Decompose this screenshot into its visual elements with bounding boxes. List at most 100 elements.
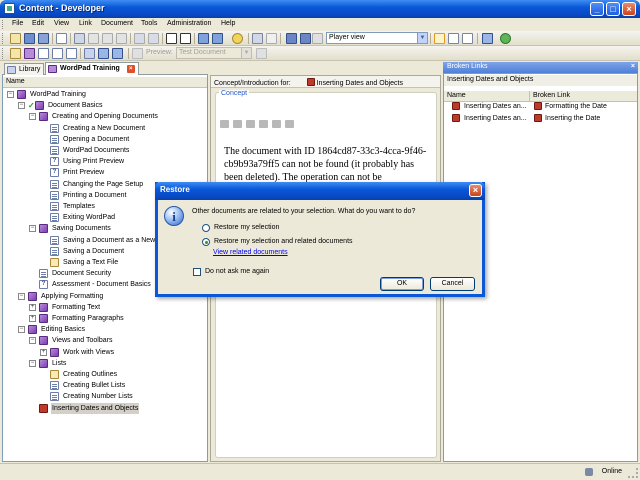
tree-item[interactable]: ? Print Preview xyxy=(3,167,207,178)
radio-label[interactable]: Restore my selection xyxy=(214,224,279,231)
layout-rows-icon[interactable] xyxy=(462,33,473,44)
view-related-link[interactable]: View related documents xyxy=(213,249,288,256)
collapse-toggle-icon[interactable]: − xyxy=(29,337,36,345)
tree-item[interactable]: + Work with Views xyxy=(3,347,207,358)
move-up-icon[interactable] xyxy=(98,48,109,59)
layout-single-icon[interactable] xyxy=(434,33,445,44)
tab-library[interactable]: Library xyxy=(4,63,45,75)
dialog-close-button[interactable]: × xyxy=(469,184,482,197)
link-icon[interactable] xyxy=(272,120,281,128)
save-all-icon[interactable] xyxy=(38,33,49,44)
edit-icon[interactable] xyxy=(259,120,268,128)
table-row[interactable]: Inserting Dates an... Formatting the Dat… xyxy=(444,101,637,112)
chevron-down-icon[interactable]: ▼ xyxy=(241,48,251,58)
preview-select[interactable]: Test Document ▼ xyxy=(176,47,252,59)
new-doc-icon[interactable] xyxy=(66,48,77,59)
link-icon[interactable] xyxy=(252,33,263,44)
tree-item[interactable]: − WordPad Training xyxy=(3,89,207,100)
expand-toggle-icon[interactable]: + xyxy=(29,303,36,311)
collapse-toggle-icon[interactable]: − xyxy=(7,91,14,98)
menu-link[interactable]: Link xyxy=(79,20,92,27)
menu-document[interactable]: Document xyxy=(101,20,133,27)
radio-button[interactable] xyxy=(202,238,210,246)
search-icon[interactable] xyxy=(266,33,277,44)
menubar-grip[interactable] xyxy=(2,20,5,29)
menu-administration[interactable]: Administration xyxy=(167,20,211,27)
publish-icon[interactable] xyxy=(482,33,493,44)
new-book-icon[interactable] xyxy=(24,48,35,59)
copy-icon[interactable] xyxy=(233,120,242,128)
new-question-icon[interactable] xyxy=(52,48,63,59)
collapse-toggle-icon[interactable]: − xyxy=(29,113,36,121)
refresh-icon[interactable] xyxy=(500,33,511,44)
tree-item[interactable]: − Lists xyxy=(3,358,207,369)
tree-item[interactable]: Creating Outlines xyxy=(3,369,207,380)
collapse-toggle-icon[interactable]: − xyxy=(18,102,25,110)
tree-item[interactable]: + Formatting Paragraphs xyxy=(3,313,207,324)
tree-item[interactable]: ? Using Print Preview xyxy=(3,156,207,167)
close-icon[interactable]: × xyxy=(631,63,635,70)
chevron-down-icon[interactable]: ▼ xyxy=(417,33,427,43)
document-icon[interactable] xyxy=(285,120,294,128)
tree-item[interactable]: WordPad Documents xyxy=(3,145,207,156)
view-mode-select[interactable]: Player view ▼ xyxy=(326,32,428,44)
expand-icon[interactable] xyxy=(166,33,177,44)
tab-wordpad-training[interactable]: WordPad Training × xyxy=(45,62,139,75)
new-folder-icon[interactable] xyxy=(10,48,21,59)
table-row[interactable]: Inserting Dates an... Inserting the Date xyxy=(444,113,637,124)
tree-item[interactable]: Opening a Document xyxy=(3,134,207,145)
collapse-toggle-icon[interactable]: − xyxy=(29,225,36,233)
menu-help[interactable]: Help xyxy=(221,20,235,27)
menu-tools[interactable]: Tools xyxy=(141,20,157,27)
tree-item[interactable]: Creating a New Document xyxy=(3,123,207,134)
paste-icon[interactable] xyxy=(246,120,255,128)
tree-item[interactable]: + Formatting Text xyxy=(3,302,207,313)
toolbar2-grip[interactable] xyxy=(2,48,5,59)
toolbar-grip[interactable] xyxy=(2,33,5,44)
check-out-icon[interactable] xyxy=(300,33,311,44)
tree-item[interactable]: Inserting Dates and Objects xyxy=(3,402,207,414)
resize-grip[interactable] xyxy=(628,468,638,478)
do-not-ask-checkbox[interactable] xyxy=(193,268,201,276)
maximize-button[interactable]: □ xyxy=(606,2,620,16)
copy-icon[interactable] xyxy=(88,33,99,44)
collapse-toggle-icon[interactable]: − xyxy=(18,326,25,334)
cut-icon[interactable] xyxy=(74,33,85,44)
radio-label[interactable]: Restore my selection and related documen… xyxy=(214,238,353,245)
outline-icon[interactable] xyxy=(212,33,223,44)
tree-item[interactable]: − Editing Basics xyxy=(3,324,207,335)
close-tab-icon[interactable]: × xyxy=(126,65,135,73)
preview-go-icon[interactable] xyxy=(256,48,267,59)
layout-columns-icon[interactable] xyxy=(448,33,459,44)
move-down-icon[interactable] xyxy=(112,48,123,59)
delete-icon[interactable] xyxy=(116,33,127,44)
collapse-toggle-icon[interactable]: − xyxy=(18,292,25,300)
minimize-button[interactable]: _ xyxy=(590,2,604,16)
save-icon[interactable] xyxy=(24,33,35,44)
tree-item[interactable]: Creating Bullet Lists xyxy=(3,380,207,391)
new-page-icon[interactable] xyxy=(38,48,49,59)
check-in-icon[interactable] xyxy=(286,33,297,44)
menu-view[interactable]: View xyxy=(54,20,69,27)
redo-icon[interactable] xyxy=(148,33,159,44)
tree-item[interactable]: − ✓ Document Basics xyxy=(3,100,207,111)
paste-icon[interactable] xyxy=(102,33,113,44)
record-icon[interactable] xyxy=(132,48,143,59)
menu-file[interactable]: File xyxy=(12,20,23,27)
import-icon[interactable] xyxy=(84,48,95,59)
cut-icon[interactable] xyxy=(220,120,229,128)
print-icon[interactable] xyxy=(56,33,67,44)
properties-icon[interactable] xyxy=(198,33,209,44)
expand-toggle-icon[interactable]: + xyxy=(40,348,47,356)
open-icon[interactable] xyxy=(10,33,21,44)
undo-icon[interactable] xyxy=(134,33,145,44)
menu-edit[interactable]: Edit xyxy=(32,20,44,27)
tree-item[interactable]: − Creating and Opening Documents xyxy=(3,111,207,122)
tree-item[interactable]: − Views and Toolbars xyxy=(3,335,207,346)
tree-column-header[interactable]: Name xyxy=(3,77,207,88)
collapse-icon[interactable] xyxy=(180,33,191,44)
ok-button[interactable]: OK xyxy=(380,277,424,291)
cancel-button[interactable]: Cancel xyxy=(430,277,475,291)
collapse-toggle-icon[interactable]: − xyxy=(29,359,36,367)
history-icon[interactable] xyxy=(312,33,323,44)
